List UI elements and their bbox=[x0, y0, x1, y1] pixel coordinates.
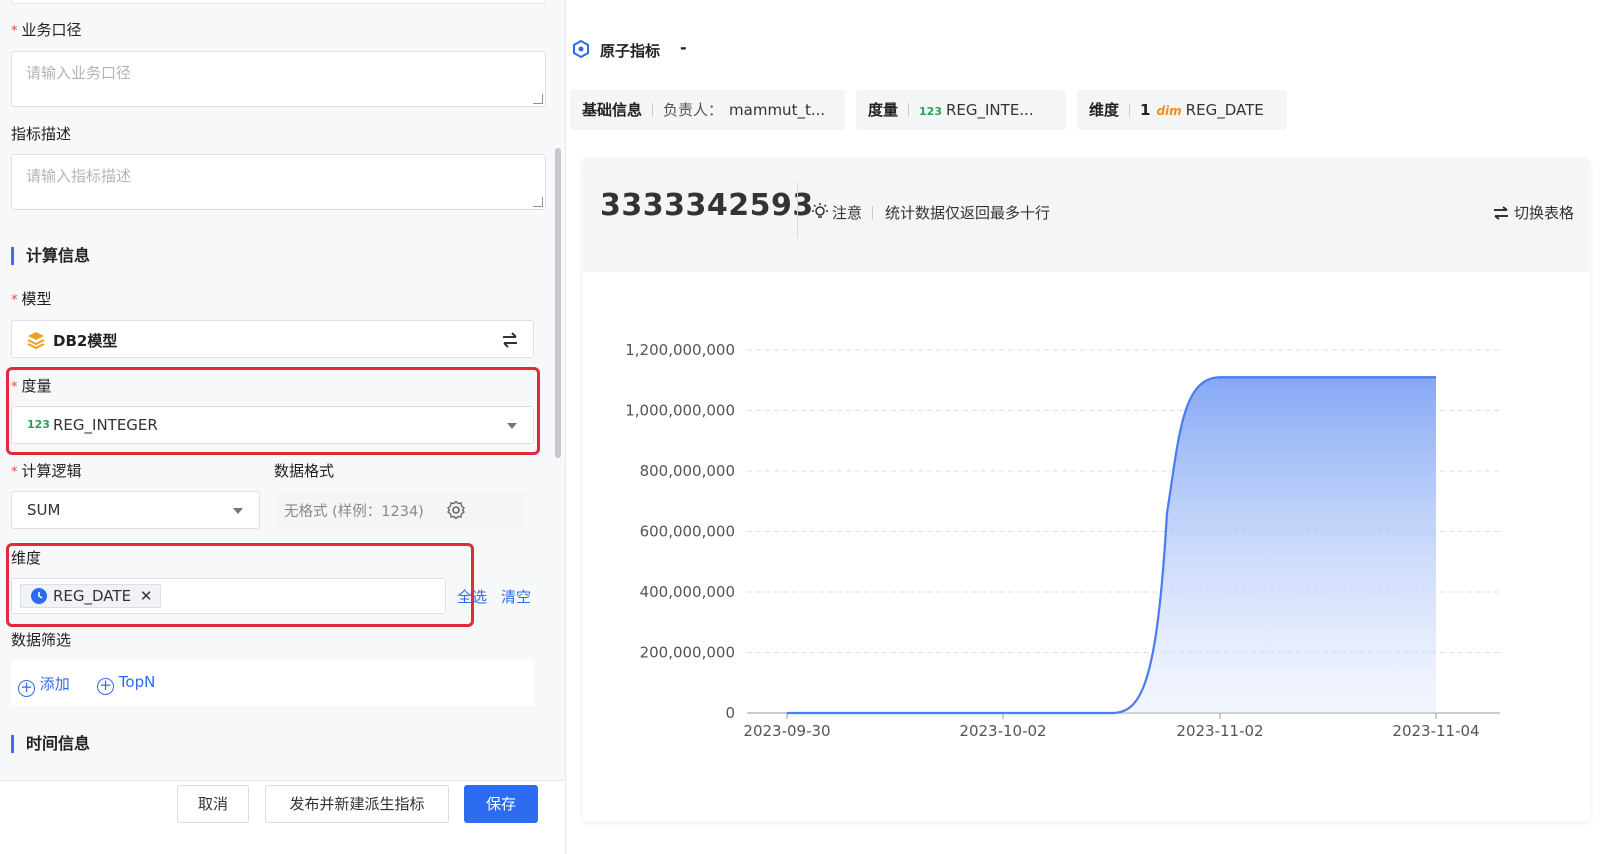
y-tick-label: 1,000,000,000 bbox=[625, 402, 735, 420]
data-format-field[interactable]: 无格式 (样例：1234) bbox=[274, 491, 524, 529]
chevron-down-icon bbox=[233, 508, 243, 514]
dimension-multiselect[interactable]: REG_DATE ✕ bbox=[11, 578, 446, 614]
biz-caliber-label: * 业务口径 bbox=[11, 21, 82, 39]
plus-circle-icon: + bbox=[97, 678, 114, 695]
atom-metric-icon bbox=[573, 40, 589, 58]
resize-handle-icon[interactable] bbox=[533, 197, 543, 207]
swap-icon bbox=[1493, 206, 1508, 220]
y-tick-label: 600,000,000 bbox=[640, 523, 735, 541]
add-filter-button[interactable]: + 添加 bbox=[18, 673, 70, 697]
calc-logic-label: * 计算逻辑 bbox=[11, 462, 82, 480]
data-format-label: 数据格式 bbox=[274, 462, 335, 480]
metric-desc-label: 指标描述 bbox=[11, 125, 72, 143]
model-label: * 模型 bbox=[11, 290, 52, 308]
swap-icon[interactable] bbox=[501, 332, 519, 348]
gear-icon[interactable] bbox=[446, 500, 466, 520]
toggle-table-button[interactable]: 切换表格 bbox=[1492, 202, 1574, 223]
publish-button[interactable]: 发布并新建派生指标 bbox=[265, 785, 449, 823]
y-tick-label: 800,000,000 bbox=[640, 462, 735, 480]
dimension-type-icon: dim bbox=[1156, 104, 1182, 118]
x-tick-label: 2023-11-02 bbox=[1176, 722, 1263, 740]
y-tick-label: 0 bbox=[725, 704, 735, 722]
dimension-chip: 维度 1 dim REG_DATE bbox=[1077, 90, 1287, 130]
model-select[interactable]: DB2模型 bbox=[11, 320, 534, 358]
clock-icon bbox=[31, 588, 47, 604]
data-filter-area: + 添加 + TopN bbox=[11, 660, 534, 706]
layers-icon bbox=[27, 332, 45, 349]
save-button[interactable]: 保存 bbox=[464, 785, 538, 823]
calc-info-section-title: 计算信息 bbox=[11, 247, 90, 265]
total-value: 3333342593 bbox=[600, 188, 814, 223]
lightbulb-icon bbox=[812, 203, 828, 218]
previous-field-bottom bbox=[11, 0, 546, 4]
data-filter-label: 数据筛选 bbox=[11, 631, 72, 649]
chevron-down-icon bbox=[507, 423, 517, 429]
notice-label: 注意 bbox=[832, 204, 863, 222]
y-tick-label: 200,000,000 bbox=[640, 644, 735, 662]
biz-caliber-textarea[interactable]: 请输入业务口径 bbox=[11, 51, 546, 107]
time-info-section-title: 时间信息 bbox=[11, 735, 90, 753]
number-type-icon: 123 bbox=[27, 418, 50, 431]
preview-title: 原子指标 bbox=[600, 42, 661, 60]
metric-desc-textarea[interactable]: 请输入指标描述 bbox=[11, 154, 546, 210]
model-value: DB2模型 bbox=[53, 332, 118, 350]
result-card: 3333342593 注意 统计数据仅返回最多十行 切换表格 0 200,000,… bbox=[582, 158, 1590, 822]
y-tick-label: 400,000,000 bbox=[640, 583, 735, 601]
area-chart: 0 200,000,000 400,000,000 600,000,000 800,00… bbox=[625, 341, 1500, 740]
dimension-label: 维度 bbox=[11, 549, 42, 567]
measure-select[interactable]: 123 REG_INTEGER bbox=[11, 406, 534, 444]
cancel-button[interactable]: 取消 bbox=[177, 785, 249, 823]
clear-link[interactable]: 清空 bbox=[501, 586, 531, 607]
measure-chip: 度量 123 REG_INTE... bbox=[856, 90, 1066, 130]
measure-label: * 度量 bbox=[11, 377, 52, 395]
number-type-icon: 123 bbox=[919, 105, 942, 118]
notice-text: 统计数据仅返回最多十行 bbox=[885, 204, 1051, 222]
close-icon[interactable]: ✕ bbox=[140, 587, 153, 605]
y-tick-label: 1,200,000,000 bbox=[625, 341, 735, 359]
x-tick-label: 2023-10-02 bbox=[959, 722, 1046, 740]
data-format-value: 无格式 (样例：1234) bbox=[284, 504, 424, 520]
x-tick-label: 2023-11-04 bbox=[1392, 722, 1479, 740]
calc-logic-value: SUM bbox=[27, 501, 61, 519]
form-footer: 取消 发布并新建派生指标 保存 bbox=[0, 780, 565, 854]
plus-circle-icon: + bbox=[18, 680, 35, 697]
metric-form-panel: * 业务口径 请输入业务口径 指标描述 请输入指标描述 计算信息 * 模型 DB2模… bbox=[0, 0, 566, 854]
result-card-header: 3333342593 注意 统计数据仅返回最多十行 切换表格 bbox=[582, 158, 1590, 272]
measure-value: REG_INTEGER bbox=[53, 416, 158, 434]
basic-info-chip: 基础信息 负责人： mammut_t... bbox=[570, 90, 845, 130]
area-fill bbox=[787, 377, 1436, 713]
dimension-tag: REG_DATE ✕ bbox=[20, 584, 162, 608]
resize-handle-icon[interactable] bbox=[533, 94, 543, 104]
select-all-link[interactable]: 全选 bbox=[457, 586, 487, 607]
calc-logic-select[interactable]: SUM bbox=[11, 491, 260, 529]
x-tick-label: 2023-09-30 bbox=[743, 722, 830, 740]
form-scrollbar[interactable] bbox=[555, 148, 561, 458]
topn-button[interactable]: + TopN bbox=[97, 673, 155, 695]
preview-title-suffix: - bbox=[680, 38, 687, 57]
